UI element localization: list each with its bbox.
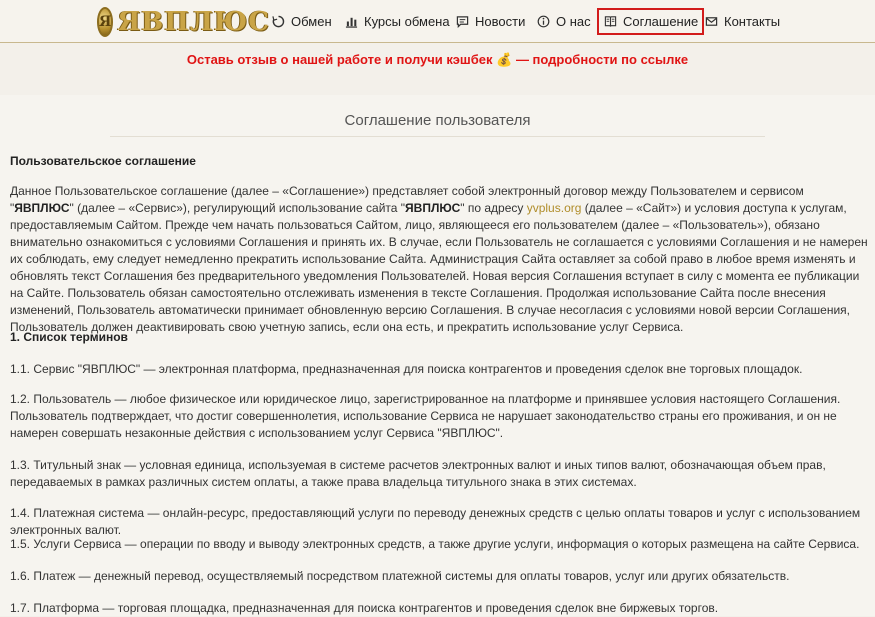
agreement-content: Соглашение пользователя Пользовательское… [0, 95, 875, 616]
brand-name: ЯВПЛЮС [117, 7, 270, 37]
term-item: 1.4. Платежная система — онлайн-ресурс, … [10, 506, 861, 537]
site-header: Я ЯВПЛЮС Обмен Курсы обмена Новости О на… [0, 0, 875, 43]
nav-label: О нас [556, 14, 591, 29]
nav-label: Новости [475, 14, 526, 29]
nav-label: Соглашение [623, 14, 699, 29]
terms-heading: 1. Список терминов [10, 330, 128, 344]
term-item: 1.5. Услуги Сервиса — операции по вводу … [10, 537, 860, 551]
refresh-icon [271, 15, 285, 29]
nav-item-agreement[interactable]: Соглашение [597, 8, 705, 35]
nav-item-exchange[interactable]: Обмен [271, 8, 332, 35]
nav-item-rates[interactable]: Курсы обмена [344, 8, 450, 35]
intro-paragraph: Данное Пользовательское соглашение (дале… [10, 184, 868, 334]
site-link[interactable]: yvplus.org [527, 201, 582, 215]
term-item: 1.1. Сервис "ЯВПЛЮС" — электронная платф… [10, 362, 803, 376]
nav-label: Обмен [291, 14, 332, 29]
nav-item-about[interactable]: О нас [536, 8, 591, 35]
page-title: Соглашение пользователя [344, 112, 531, 129]
bar-chart-icon [344, 15, 358, 29]
info-icon [536, 15, 550, 29]
divider [110, 136, 765, 137]
term-item: 1.7. Платформа — торговая площадка, пред… [10, 601, 719, 615]
mail-icon [704, 15, 718, 29]
book-icon [603, 15, 617, 29]
nav-item-news[interactable]: Новости [455, 8, 525, 35]
logo-coin-icon: Я [97, 7, 114, 37]
nav-item-contacts[interactable]: Контакты [704, 8, 780, 35]
section-heading: Пользовательское соглашение [10, 154, 196, 168]
message-icon [455, 15, 469, 29]
term-item: 1.3. Титульный знак — условная единица, … [10, 458, 826, 489]
term-item: 1.2. Пользователь — любое физическое или… [10, 392, 841, 440]
nav-label: Контакты [724, 14, 781, 29]
nav-label: Курсы обмена [364, 14, 450, 29]
brand-logo[interactable]: Я ЯВПЛЮС [97, 5, 269, 39]
term-item: 1.6. Платеж — денежный перевод, осуществ… [10, 569, 790, 583]
promo-banner[interactable]: Оставь отзыв о нашей работе и получи кэш… [0, 52, 875, 68]
